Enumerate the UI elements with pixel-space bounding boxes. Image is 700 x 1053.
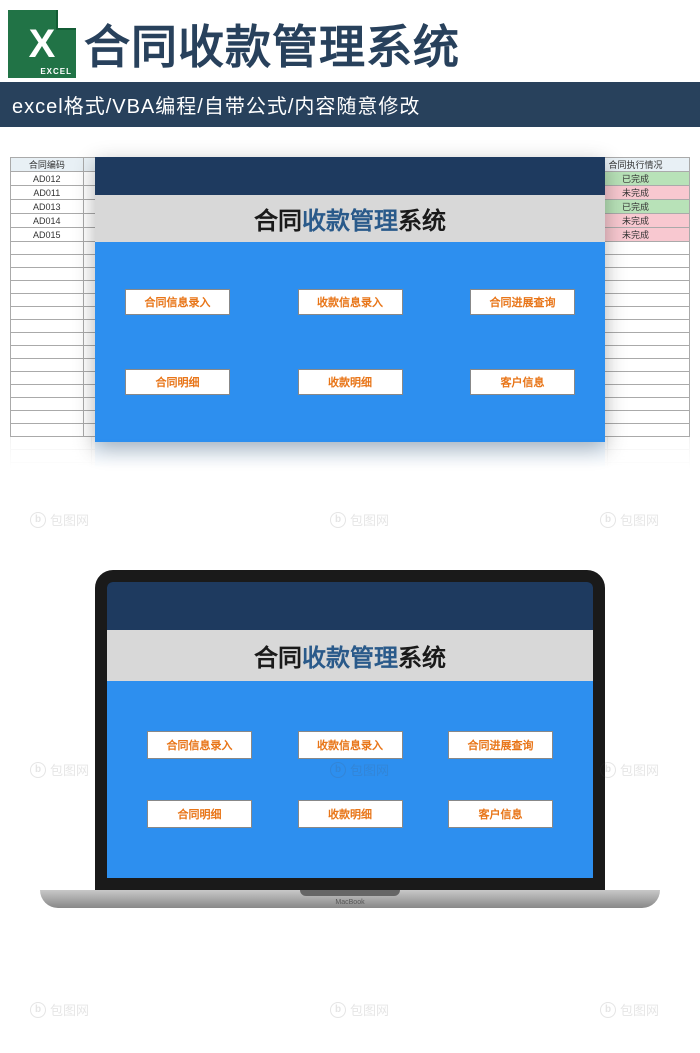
cell-code: AD011 <box>11 186 84 200</box>
contract-info-entry-button[interactable]: 合同信息录入 <box>125 289 230 315</box>
reflection <box>10 436 690 490</box>
cell-code: AD012 <box>11 172 84 186</box>
watermark-icon: b <box>330 1002 346 1018</box>
excel-label: EXCEL <box>40 67 72 76</box>
cell-code: AD015 <box>11 228 84 242</box>
cell-code: AD013 <box>11 200 84 214</box>
laptop-brand: MacBook <box>335 899 364 906</box>
laptop-header-strip <box>107 582 593 630</box>
title-part2: 系统 <box>398 208 446 235</box>
watermark: b包图网 <box>600 1000 659 1019</box>
contract-detail-button[interactable]: 合同明细 <box>125 369 230 395</box>
dashboard-title: 合同收款管理系统 <box>95 195 605 242</box>
payment-detail-button[interactable]: 收款明细 <box>298 369 403 395</box>
customer-info-button[interactable]: 客户信息 <box>470 369 575 395</box>
watermark-icon: b <box>600 512 616 528</box>
page-title: 合同收款管理系统 <box>84 11 460 77</box>
payment-info-entry-button[interactable]: 收款信息录入 <box>298 289 403 315</box>
button-row-1: 合同信息录入 收款信息录入 合同进展查询 <box>125 289 575 315</box>
watermark: b包图网 <box>30 510 89 529</box>
watermark: b包图网 <box>330 510 389 529</box>
cell-code: AD014 <box>11 214 84 228</box>
laptop-contract-info-entry-button[interactable]: 合同信息录入 <box>147 731 252 759</box>
th-code: 合同编码 <box>11 158 84 172</box>
button-row-2: 合同明细 收款明细 客户信息 <box>125 369 575 395</box>
dashboard-card: 合同收款管理系统 合同信息录入 收款信息录入 合同进展查询 合同明细 收款明细 … <box>95 157 605 442</box>
watermark: b包图网 <box>30 1000 89 1019</box>
watermark: b包图网 <box>600 510 659 529</box>
contract-progress-query-button[interactable]: 合同进展查询 <box>470 289 575 315</box>
laptop-mockup: 合同收款管理系统 合同信息录入 收款信息录入 合同进展查询 合同明细 收款明细 … <box>0 570 700 908</box>
watermark-icon: b <box>600 1002 616 1018</box>
laptop-base: MacBook <box>40 890 660 908</box>
laptop-notch <box>300 890 400 896</box>
laptop-title-part2: 系统 <box>398 645 446 672</box>
title-part1: 合同 <box>254 208 302 235</box>
laptop-content: 合同收款管理系统 合同信息录入 收款信息录入 合同进展查询 合同明细 收款明细 … <box>107 582 593 878</box>
page-subtitle: excel格式/VBA编程/自带公式/内容随意修改 <box>0 82 700 127</box>
laptop-customer-info-button[interactable]: 客户信息 <box>448 800 553 828</box>
excel-x-letter: X <box>29 22 56 67</box>
dashboard-header-strip <box>95 157 605 195</box>
watermark-icon: b <box>30 512 46 528</box>
laptop-payment-detail-button[interactable]: 收款明细 <box>298 800 403 828</box>
laptop-contract-detail-button[interactable]: 合同明细 <box>147 800 252 828</box>
laptop-title-highlight: 收款管理 <box>302 645 398 672</box>
watermark-icon: b <box>330 512 346 528</box>
laptop-button-row-1: 合同信息录入 收款信息录入 合同进展查询 <box>147 731 553 759</box>
laptop-contract-progress-query-button[interactable]: 合同进展查询 <box>448 731 553 759</box>
top-banner: X EXCEL 合同收款管理系统 <box>0 0 700 82</box>
laptop-button-row-2: 合同明细 收款明细 客户信息 <box>147 800 553 828</box>
title-highlight: 收款管理 <box>302 208 398 235</box>
laptop-dashboard-body: 合同信息录入 收款信息录入 合同进展查询 合同明细 收款明细 客户信息 <box>107 681 593 878</box>
spreadsheet-section: 合同编码 客户名称 剩余天数 合同执行情况 AD012A公司1已完成AD011A… <box>10 157 690 490</box>
dashboard-body: 合同信息录入 收款信息录入 合同进展查询 合同明细 收款明细 客户信息 <box>95 242 605 442</box>
excel-logo-icon: X EXCEL <box>8 10 76 78</box>
laptop-dashboard-title: 合同收款管理系统 <box>107 630 593 681</box>
laptop-screen: 合同收款管理系统 合同信息录入 收款信息录入 合同进展查询 合同明细 收款明细 … <box>95 570 605 890</box>
laptop-title-part1: 合同 <box>254 645 302 672</box>
laptop-payment-info-entry-button[interactable]: 收款信息录入 <box>298 731 403 759</box>
watermark: b包图网 <box>330 1000 389 1019</box>
watermark-icon: b <box>30 1002 46 1018</box>
